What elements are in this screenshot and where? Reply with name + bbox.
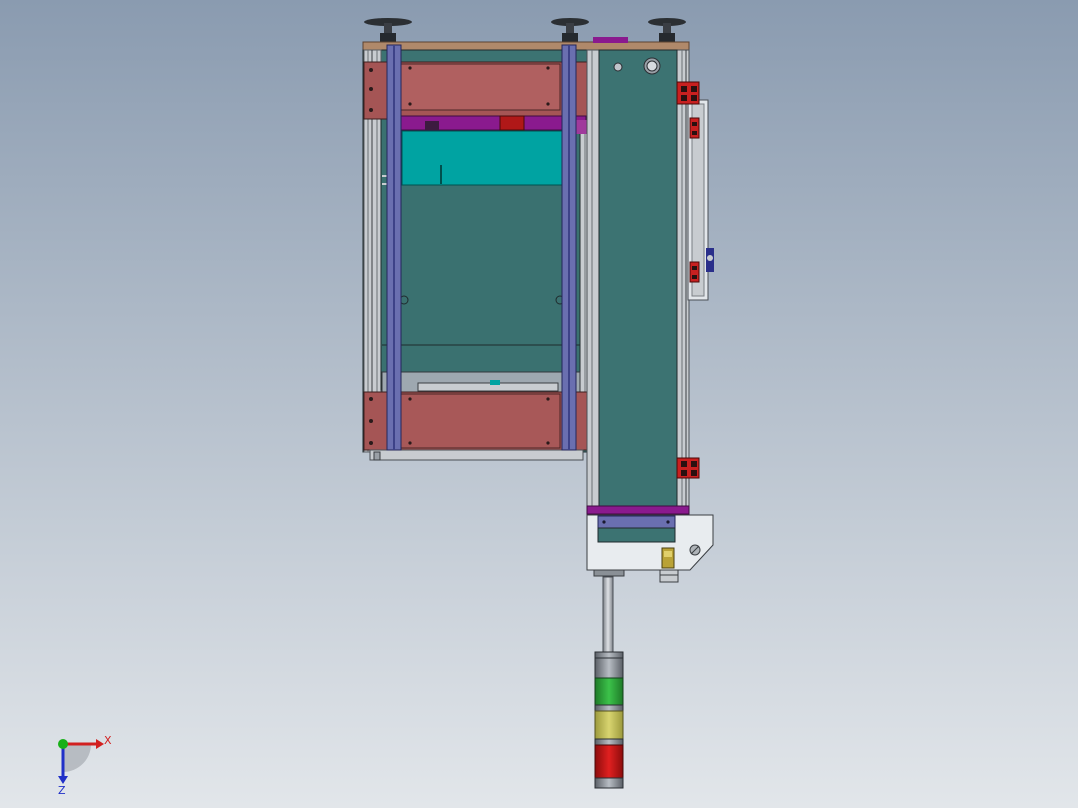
leveling-foot-icon[interactable] bbox=[648, 18, 686, 42]
bottom-rail bbox=[369, 449, 584, 461]
lamp-yellow[interactable] bbox=[594, 710, 624, 742]
tower-cap bbox=[594, 651, 624, 679]
leveling-feet bbox=[364, 18, 686, 42]
connector-icon[interactable] bbox=[689, 544, 701, 556]
purple-top-block bbox=[593, 37, 628, 43]
control-box[interactable] bbox=[586, 514, 714, 583]
z-axis-label: Z bbox=[58, 784, 66, 797]
leveling-foot-icon[interactable] bbox=[364, 18, 412, 42]
tower-pole bbox=[602, 576, 614, 654]
door-latch-icon[interactable] bbox=[706, 248, 714, 272]
top-plate[interactable] bbox=[362, 41, 690, 51]
y-axis-dot bbox=[58, 739, 68, 749]
leveling-foot-icon[interactable] bbox=[551, 18, 589, 42]
bracket-icon bbox=[689, 261, 700, 283]
column-base-strip bbox=[586, 505, 690, 515]
bracket-icon bbox=[676, 457, 700, 479]
cyan-circuit-board[interactable] bbox=[401, 130, 564, 186]
lamp-separator bbox=[594, 704, 624, 712]
lamp-red[interactable] bbox=[594, 744, 624, 779]
bracket-icon bbox=[689, 117, 700, 139]
side-column[interactable] bbox=[586, 49, 690, 515]
side-column-panel[interactable] bbox=[598, 49, 678, 509]
coordinate-triad-icon[interactable]: X Z bbox=[58, 734, 112, 797]
cad-viewport[interactable]: X Z bbox=[0, 0, 1078, 808]
signal-tower-lamp-icon[interactable] bbox=[594, 576, 624, 789]
x-axis-label: X bbox=[104, 734, 112, 747]
lamp-separator bbox=[594, 738, 624, 746]
power-switch-icon[interactable] bbox=[643, 57, 661, 75]
button-icon[interactable] bbox=[661, 547, 675, 569]
tower-base bbox=[594, 777, 624, 789]
indicator-small[interactable] bbox=[613, 62, 623, 72]
bracket-icon bbox=[676, 81, 700, 105]
lamp-green[interactable] bbox=[594, 677, 624, 709]
